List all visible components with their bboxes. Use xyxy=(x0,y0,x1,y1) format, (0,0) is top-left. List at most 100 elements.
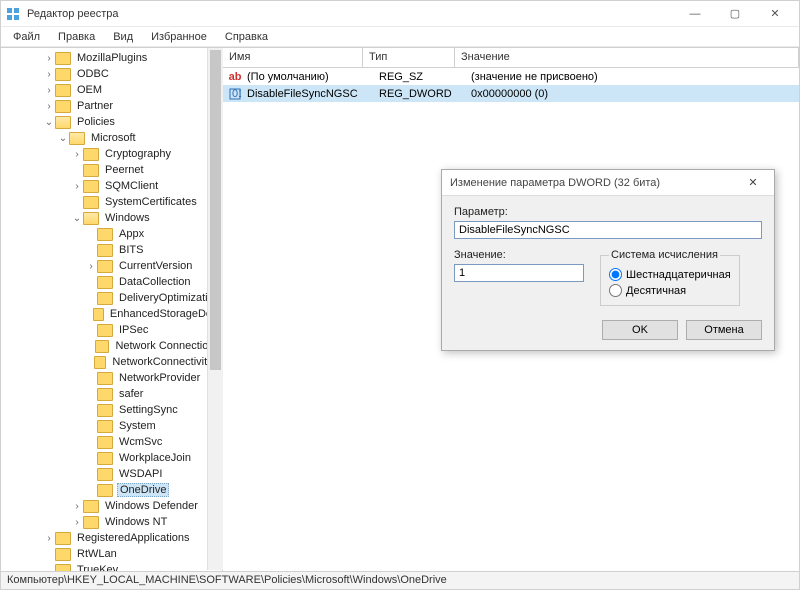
param-field[interactable] xyxy=(454,221,762,239)
tree-label: WSDAPI xyxy=(117,468,164,480)
tree-label: OEM xyxy=(75,84,104,96)
folder-icon xyxy=(97,244,113,257)
tree-label: Cryptography xyxy=(103,148,173,160)
tree-node[interactable]: Network Connections xyxy=(1,338,222,354)
param-label: Параметр: xyxy=(454,206,762,218)
expand-icon[interactable]: › xyxy=(71,181,83,192)
tree-scrollbar[interactable] xyxy=(207,48,223,570)
tree-node[interactable]: BITS xyxy=(1,242,222,258)
tree-node[interactable]: ⌄ Windows xyxy=(1,210,222,226)
tree-node[interactable]: NetworkConnectivityS xyxy=(1,354,222,370)
tree-label: NetworkProvider xyxy=(117,372,202,384)
expand-icon[interactable]: › xyxy=(71,517,83,528)
tree-label: IPSec xyxy=(117,324,150,336)
tree-node[interactable]: SettingSync xyxy=(1,402,222,418)
tree-node[interactable]: ›SQMClient xyxy=(1,178,222,194)
base-legend: Система исчисления xyxy=(609,249,720,261)
tree-node[interactable]: EnhancedStorageDevi xyxy=(1,306,222,322)
tree-node[interactable]: NetworkProvider xyxy=(1,370,222,386)
expand-icon[interactable]: › xyxy=(43,101,55,112)
col-name[interactable]: Имя xyxy=(223,48,363,67)
expand-icon[interactable]: › xyxy=(43,533,55,544)
scroll-thumb[interactable] xyxy=(210,50,221,370)
tree-node[interactable]: ⌄Microsoft xyxy=(1,130,222,146)
menu-favorites[interactable]: Избранное xyxy=(143,29,215,45)
tree-label: NetworkConnectivityS xyxy=(110,356,222,368)
tree-node[interactable]: › Partner xyxy=(1,98,222,114)
tree-node[interactable]: DeliveryOptimization xyxy=(1,290,222,306)
dialog-titlebar[interactable]: Изменение параметра DWORD (32 бита) ✕ xyxy=(442,170,774,196)
list-row[interactable]: ab(По умолчанию)REG_SZ(значение не присв… xyxy=(223,68,799,85)
folder-icon xyxy=(97,388,113,401)
svg-text:011: 011 xyxy=(232,88,241,100)
folder-icon xyxy=(97,420,113,433)
expand-icon[interactable]: ⌄ xyxy=(71,213,83,224)
window-title: Редактор реестра xyxy=(27,8,675,20)
tree-node[interactable]: WcmSvc xyxy=(1,434,222,450)
menu-help[interactable]: Справка xyxy=(217,29,276,45)
ok-button[interactable]: OK xyxy=(602,320,678,340)
row-value: (значение не присвоено) xyxy=(471,71,795,83)
tree-label: DataCollection xyxy=(117,276,193,288)
tree-label: Windows xyxy=(103,212,152,224)
expand-icon[interactable]: ⌄ xyxy=(43,117,55,128)
row-value: 0x00000000 (0) xyxy=(471,88,795,100)
minimize-button[interactable]: — xyxy=(675,1,715,27)
tree-node[interactable]: Peernet xyxy=(1,162,222,178)
tree-node[interactable]: Appx xyxy=(1,226,222,242)
radio-dec[interactable]: Десятичная xyxy=(609,284,731,297)
close-button[interactable]: ✕ xyxy=(755,1,795,27)
tree-pane[interactable]: ›MozillaPlugins›ODBC›OEM›Partner⌄Policie… xyxy=(1,48,223,571)
tree-node[interactable]: ⌄Policies xyxy=(1,114,222,130)
folder-icon xyxy=(83,516,99,529)
value-field[interactable] xyxy=(454,264,584,282)
tree-node[interactable]: ›Windows NT xyxy=(1,514,222,530)
radio-hex-input[interactable] xyxy=(609,268,622,281)
radio-dec-input[interactable] xyxy=(609,284,622,297)
tree-label: BITS xyxy=(117,244,145,256)
tree-node[interactable]: ›RegisteredApplications xyxy=(1,530,222,546)
expand-icon[interactable]: › xyxy=(85,261,97,272)
tree-node[interactable]: DataCollection xyxy=(1,274,222,290)
list-row[interactable]: 011DisableFileSyncNGSCREG_DWORD0x0000000… xyxy=(223,85,799,102)
expand-icon[interactable]: ⌄ xyxy=(57,133,69,144)
expand-icon[interactable]: › xyxy=(43,85,55,96)
folder-icon xyxy=(97,484,113,497)
tree-node[interactable]: ›Windows Defender xyxy=(1,498,222,514)
expand-icon[interactable]: › xyxy=(43,69,55,80)
col-value[interactable]: Значение xyxy=(455,48,799,67)
tree-node[interactable]: SystemCertificates xyxy=(1,194,222,210)
tree-node[interactable]: ›MozillaPlugins xyxy=(1,50,222,66)
tree-node[interactable]: › OEM xyxy=(1,82,222,98)
folder-icon xyxy=(93,308,104,321)
radio-hex[interactable]: Шестнадцатеричная xyxy=(609,268,731,281)
tree-node[interactable]: ›ODBC xyxy=(1,66,222,82)
expand-icon[interactable]: › xyxy=(71,501,83,512)
tree-node[interactable]: RtWLan xyxy=(1,546,222,562)
folder-icon xyxy=(83,212,99,225)
tree-node[interactable]: IPSec xyxy=(1,322,222,338)
tree-node[interactable]: TrueKey xyxy=(1,562,222,571)
tree-node[interactable]: ›CurrentVersion xyxy=(1,258,222,274)
maximize-button[interactable]: ▢ xyxy=(715,1,755,27)
menu-view[interactable]: Вид xyxy=(105,29,141,45)
folder-icon xyxy=(97,468,113,481)
dialog-close-icon[interactable]: ✕ xyxy=(740,176,766,189)
tree-label: WcmSvc xyxy=(117,436,164,448)
col-type[interactable]: Тип xyxy=(363,48,455,67)
row-type: REG_SZ xyxy=(379,71,471,83)
menu-edit[interactable]: Правка xyxy=(50,29,103,45)
tree-node[interactable]: System xyxy=(1,418,222,434)
tree-node[interactable]: › Cryptography xyxy=(1,146,222,162)
tree-node[interactable]: OneDrive xyxy=(1,482,222,498)
tree-node[interactable]: WSDAPI xyxy=(1,466,222,482)
row-type: REG_DWORD xyxy=(379,88,471,100)
tree-node[interactable]: safer xyxy=(1,386,222,402)
tree-node[interactable]: WorkplaceJoin xyxy=(1,450,222,466)
tree-label: Partner xyxy=(75,100,115,112)
menu-file[interactable]: Файл xyxy=(5,29,48,45)
expand-icon[interactable]: › xyxy=(71,149,83,160)
cancel-button[interactable]: Отмена xyxy=(686,320,762,340)
expand-icon[interactable]: › xyxy=(43,53,55,64)
list-header: Имя Тип Значение xyxy=(223,48,799,68)
